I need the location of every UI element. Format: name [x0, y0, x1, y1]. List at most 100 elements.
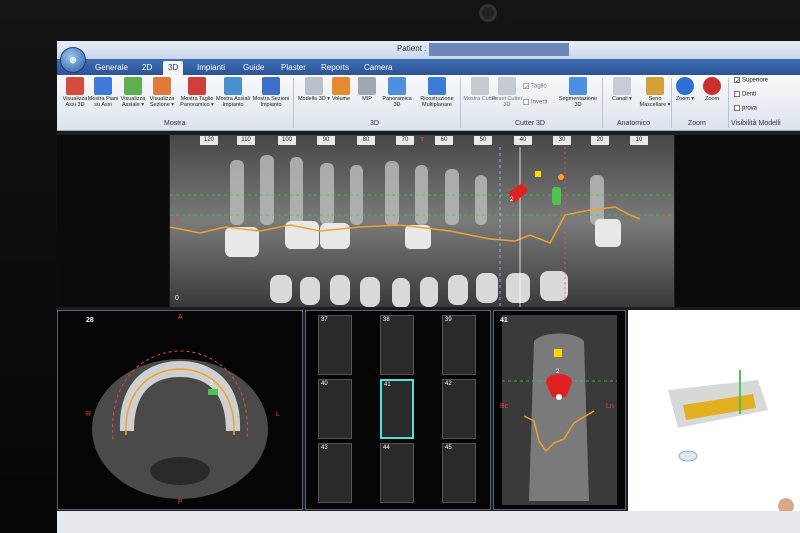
reset-cutter-button[interactable]: Reset Cutter 3D: [489, 77, 525, 117]
visibility-teeth-checkbox[interactable]: Denti: [734, 91, 756, 98]
ribbon-separator: [460, 78, 461, 128]
thumbnail-slice[interactable]: 44: [380, 443, 414, 503]
axial-right-marker: R: [86, 411, 92, 418]
axial-left-marker: L: [276, 411, 280, 418]
panoramic-right-side-marker: R: [174, 217, 180, 224]
panoramic-left-side-marker: L: [665, 213, 669, 220]
maxillary-sinus-button[interactable]: Seno Mascellare ▾: [635, 77, 675, 117]
thumbnail-slice[interactable]: 42: [442, 379, 476, 439]
thumbnail-slice[interactable]: 40: [318, 379, 352, 439]
cut-checkbox[interactable]: ✓ Taglio: [523, 83, 547, 91]
thumbnail-slice[interactable]: 45: [442, 443, 476, 503]
group-label-mostra: Mostra: [164, 120, 186, 127]
model-3d-view[interactable]: [628, 310, 800, 533]
zoom-out-icon: [703, 77, 721, 95]
ribbon-separator: [728, 78, 729, 128]
cross-section-view[interactable]: 41 Bc Ln 2: [493, 310, 626, 510]
axes-icon: [66, 77, 84, 95]
status-bar: [57, 511, 800, 533]
cross-section-index: 41: [500, 317, 508, 324]
tab-3d[interactable]: 3D: [163, 61, 184, 75]
panoramic-3d-icon: [388, 77, 406, 95]
axial-view[interactable]: 28 A R L P 2: [57, 310, 303, 510]
invert-checkbox[interactable]: Inverti: [523, 99, 547, 106]
ribbon-toolbar: Visualizza Assi 3D Mostra Piani su Assi …: [57, 75, 800, 131]
tab-2d[interactable]: 2D: [137, 61, 157, 75]
panoramic-top-marker: T: [420, 137, 425, 144]
panoramic-view[interactable]: 120 110 100 90 80 70 60 50 40 30 20 10 T…: [170, 135, 674, 307]
visibility-superior-checkbox[interactable]: ✓ Superiore: [734, 77, 768, 85]
patient-name-redacted: [429, 43, 569, 56]
canal-icon: [613, 77, 631, 95]
cross-section-thumbnails: 37 38 39 40 41 42 43 44 45: [305, 310, 491, 510]
multiplanar-reconstruction-button[interactable]: Ricostruzione Multiplanare: [415, 77, 459, 117]
ribbon-tabs: Generale 2D 3D Impianti Guide Plaster Re…: [57, 59, 800, 75]
axial-anterior-marker: A: [178, 314, 183, 321]
axial-posterior-marker: P: [178, 499, 183, 506]
empty-left-panel: [57, 135, 169, 307]
cutter-show-icon: [471, 77, 489, 95]
checkbox-icon: [734, 105, 740, 111]
empty-right-panel: [675, 135, 800, 307]
axial-slice-index: 28: [86, 317, 94, 324]
axial-icon: [124, 77, 142, 95]
tab-camera[interactable]: Camera: [359, 61, 397, 75]
tab-impianti[interactable]: Impianti: [192, 61, 230, 75]
segmentation-icon: [569, 77, 587, 95]
panoramic-index: 0: [175, 295, 179, 302]
thumbnail-slice-selected[interactable]: 41: [380, 379, 414, 439]
planes-icon: [94, 77, 112, 95]
window-title: Patient :: [397, 44, 427, 53]
multiplanar-icon: [428, 77, 446, 95]
group-label-3d: 3D: [370, 120, 379, 127]
volume-icon: [332, 77, 350, 95]
group-label-visibility: Visibilità Modelli: [731, 120, 781, 127]
checkbox-icon: [734, 91, 740, 97]
implant-section-icon: [262, 77, 280, 95]
show-implant-axial-button[interactable]: Mostra Assiali Impianto: [213, 77, 253, 117]
thumbnail-slice[interactable]: 39: [442, 315, 476, 375]
panoramic-3d-button[interactable]: Panoramica 3D: [379, 77, 415, 117]
lingual-marker: Ln: [606, 403, 614, 410]
zoom-in-icon: [676, 77, 694, 95]
axial-implant-label: 2: [210, 381, 214, 387]
tab-generale[interactable]: Generale: [90, 61, 133, 75]
mip-icon: [358, 77, 376, 95]
section-icon: [153, 77, 171, 95]
segmentation-3d-button[interactable]: Segmentazione 3D: [555, 77, 601, 117]
checkbox-icon: [523, 99, 529, 105]
group-label-zoom: Zoom: [688, 120, 706, 127]
application-menu-button[interactable]: ⊕: [60, 47, 86, 73]
group-label-anatomico: Anatomico: [617, 120, 651, 127]
panoramic-cut-icon: [188, 77, 206, 95]
implant-label: 2: [510, 197, 514, 203]
thumbnail-slice[interactable]: 37: [318, 315, 352, 375]
panoramic-image: [170, 135, 674, 307]
group-label-cutter: Cutter 3D: [515, 120, 545, 127]
model-3d-icon: [305, 77, 323, 95]
cross-section-implant-label: 2: [556, 369, 560, 375]
ribbon-separator: [293, 78, 294, 128]
checkbox-checked-icon: ✓: [523, 83, 530, 91]
show-implant-sections-button[interactable]: Mostra Sezioni Impianto: [251, 77, 291, 117]
tab-plaster[interactable]: Plaster: [276, 61, 311, 75]
cutter-reset-icon: [498, 77, 516, 95]
tab-reports[interactable]: Reports: [316, 61, 354, 75]
zoom-out-button[interactable]: Zoom: [698, 77, 726, 117]
buccal-marker: Bc: [500, 403, 509, 410]
axial-image: [92, 350, 268, 499]
tab-guide[interactable]: Guide: [238, 61, 269, 75]
implant-axial-icon: [224, 77, 242, 95]
cross-section-image: [502, 315, 617, 505]
app-window: Patient : Generale 2D 3D Impianti Guide …: [57, 41, 800, 533]
thumbnail-slice[interactable]: 43: [318, 443, 352, 503]
ribbon-separator: [602, 78, 603, 128]
checkbox-checked-icon: ✓: [734, 77, 741, 85]
sinus-icon: [646, 77, 664, 95]
zoom-in-button[interactable]: Zoom ▾: [671, 77, 699, 117]
visibility-prova-checkbox[interactable]: prova: [734, 105, 757, 112]
thumbnail-slice[interactable]: 38: [380, 315, 414, 375]
webcam: [479, 4, 497, 22]
model-3d-image: [668, 370, 794, 514]
title-bar: Patient :: [57, 41, 800, 59]
